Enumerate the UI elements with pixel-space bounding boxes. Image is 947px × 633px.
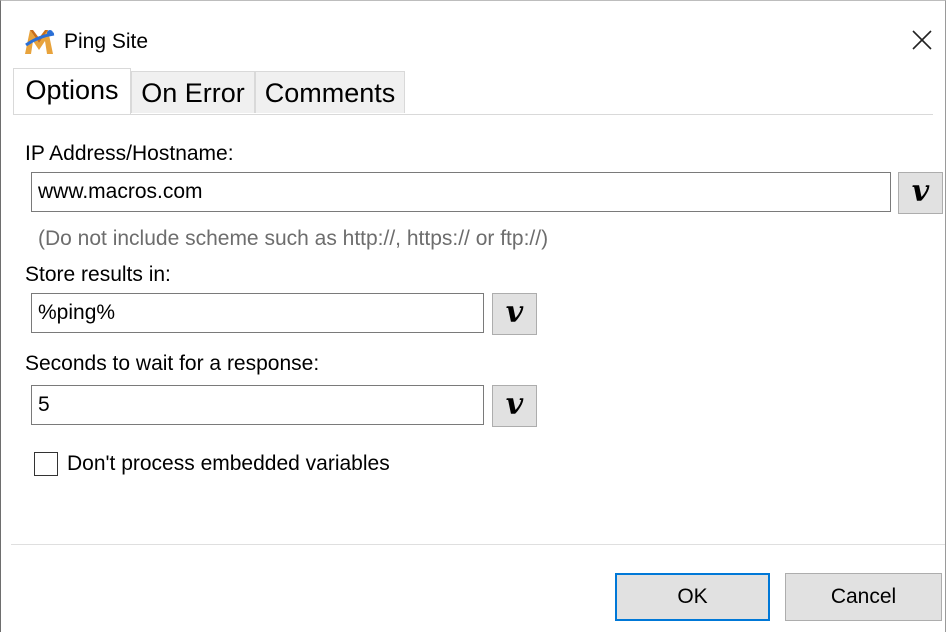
hostname-hint: (Do not include scheme such as http://, … (38, 227, 549, 250)
store-results-variable-button[interactable]: v (492, 293, 537, 335)
footer-divider (11, 544, 945, 545)
embedded-variables-label: Don't process embedded variables (67, 452, 390, 475)
hostname-label: IP Address/Hostname: (25, 142, 234, 165)
wait-seconds-variable-button[interactable]: v (492, 385, 537, 427)
tab-comments[interactable]: Comments (255, 71, 405, 113)
cancel-button[interactable]: Cancel (785, 573, 942, 621)
wait-seconds-label: Seconds to wait for a response: (25, 352, 320, 375)
wait-seconds-input[interactable]: 5 (31, 385, 484, 425)
app-logo-icon (25, 30, 55, 54)
window-title: Ping Site (64, 30, 149, 53)
store-results-input[interactable]: %ping% (31, 293, 484, 333)
tab-options[interactable]: Options (13, 68, 131, 114)
close-button[interactable] (903, 21, 941, 59)
close-icon (912, 30, 932, 50)
tab-divider (13, 114, 933, 115)
tab-on-error[interactable]: On Error (131, 71, 255, 113)
hostname-input[interactable]: www.macros.com (31, 172, 891, 212)
ping-site-dialog: Ping Site Options On Error Comments IP A… (0, 0, 946, 632)
ok-button[interactable]: OK (615, 573, 770, 621)
title-bar: Ping Site (1, 1, 945, 79)
store-results-label: Store results in: (25, 263, 171, 286)
hostname-variable-button[interactable]: v (898, 172, 943, 214)
embedded-variables-checkbox[interactable] (34, 452, 58, 476)
